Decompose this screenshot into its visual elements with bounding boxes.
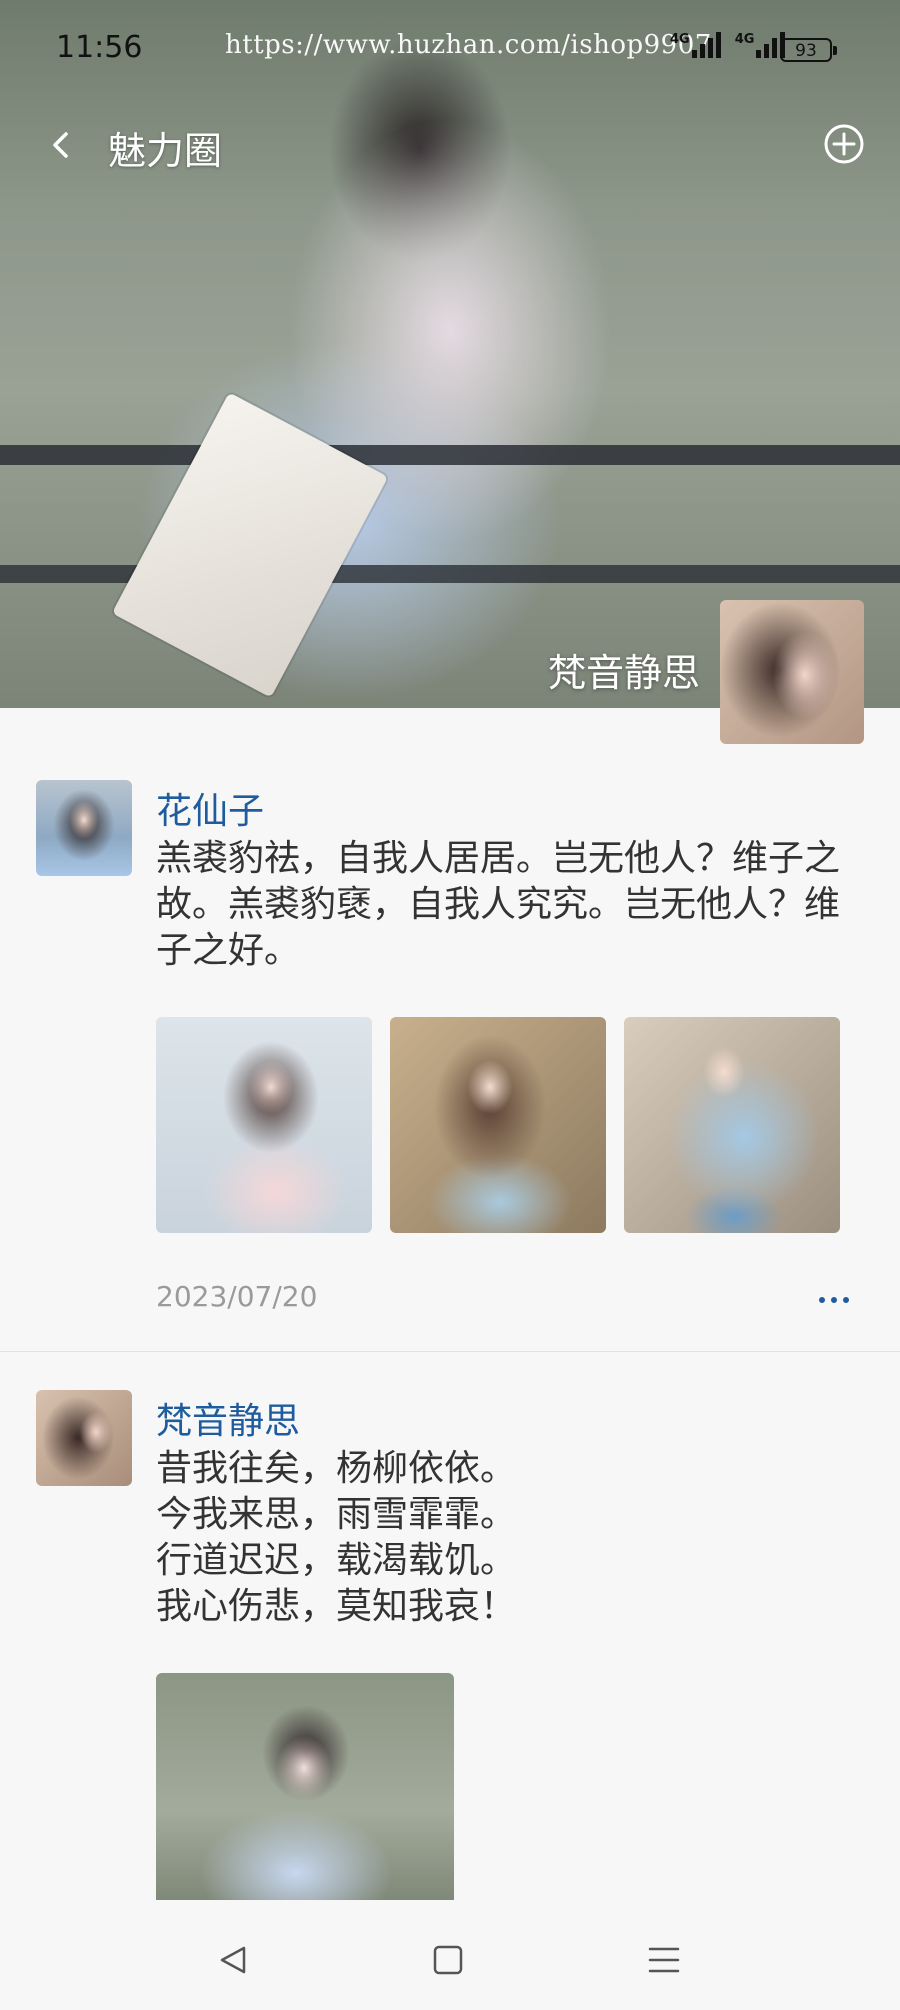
nav-header: 魅力圈 bbox=[0, 110, 900, 180]
post-image-grid bbox=[156, 1017, 840, 1233]
cover-railing bbox=[0, 445, 900, 465]
post-image[interactable] bbox=[156, 1017, 372, 1233]
post-author[interactable]: 梵音静思 bbox=[156, 1392, 300, 1444]
add-circle-icon bbox=[824, 124, 864, 164]
cover-book-scroll bbox=[111, 392, 389, 698]
signal-group: 4G 4G bbox=[670, 32, 786, 58]
nav-back-button[interactable] bbox=[214, 1940, 254, 1980]
cover-user-name[interactable]: 梵音静思 bbox=[548, 642, 700, 697]
network-label-2: 4G bbox=[734, 32, 755, 47]
post-author[interactable]: 花仙子 bbox=[156, 782, 264, 834]
status-bar: 11:56 https://www.huzhan.com/ishop9907 4… bbox=[0, 0, 900, 100]
nav-home-icon bbox=[433, 1945, 463, 1975]
more-dots-icon bbox=[819, 1297, 825, 1303]
watermark-text: https://www.huzhan.com/ishop9907 bbox=[225, 30, 712, 60]
post-content: 羔裘豹祛，自我人居居。岂无他人？维子之故。羔裘豹褎，自我人究究。岂无他人？维子之… bbox=[156, 838, 841, 971]
post-image[interactable] bbox=[390, 1017, 606, 1233]
back-button[interactable] bbox=[36, 120, 86, 170]
signal-icon bbox=[691, 32, 721, 58]
post-date: 2023/07/20 bbox=[156, 1280, 318, 1313]
post-content-line: 行道迟迟，载渴载饥。 bbox=[156, 1540, 517, 1581]
page-title: 魅力圈 bbox=[108, 129, 223, 173]
post-content-line: 昔我往矣，杨柳依依。 bbox=[156, 1448, 517, 1489]
back-arrow-icon bbox=[53, 132, 68, 158]
post-image[interactable] bbox=[156, 1673, 454, 1903]
cover-user-avatar[interactable] bbox=[720, 600, 864, 744]
nav-menu-button[interactable] bbox=[644, 1940, 684, 1980]
post-content-line: 我心伤悲，莫知我哀！ bbox=[156, 1586, 517, 1627]
post-content: 昔我往矣，杨柳依依。 今我来思，雨雪霏霏。 行道迟迟，载渴载饥。 我心伤悲，莫知… bbox=[156, 1446, 846, 1630]
nav-back-icon bbox=[220, 1946, 246, 1974]
post-avatar[interactable] bbox=[36, 1390, 132, 1486]
post-image-grid bbox=[156, 1673, 454, 1903]
nav-menu-icon bbox=[648, 1947, 680, 1973]
post-image[interactable] bbox=[624, 1017, 840, 1233]
post-avatar[interactable] bbox=[36, 780, 132, 876]
network-label-1: 4G bbox=[670, 32, 690, 47]
battery-icon: 93 bbox=[780, 38, 837, 62]
more-button[interactable] bbox=[812, 1290, 856, 1310]
status-time: 11:56 bbox=[56, 30, 143, 65]
post-content-line: 今我来思，雨雪霏霏。 bbox=[156, 1494, 517, 1535]
system-nav-bar bbox=[0, 1900, 900, 2010]
add-post-button[interactable] bbox=[822, 122, 866, 166]
nav-home-button[interactable] bbox=[428, 1940, 468, 1980]
post-divider bbox=[0, 1351, 900, 1352]
